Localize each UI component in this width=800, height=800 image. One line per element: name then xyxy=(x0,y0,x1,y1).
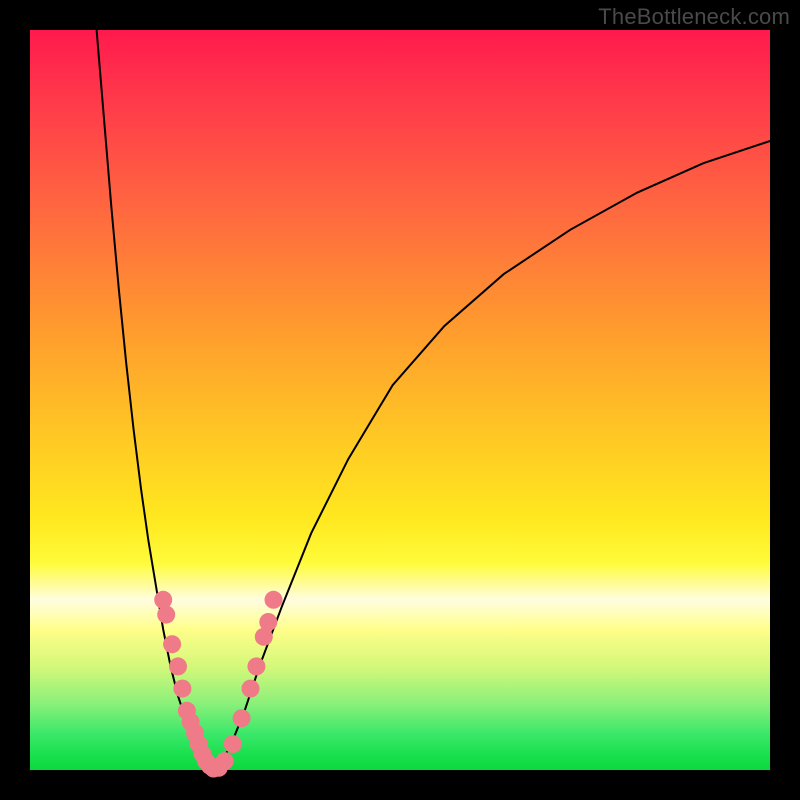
data-marker xyxy=(233,709,251,727)
data-marker xyxy=(216,752,234,770)
markers-group xyxy=(154,591,282,778)
data-marker xyxy=(173,680,191,698)
watermark-text: TheBottleneck.com xyxy=(598,4,790,30)
data-marker xyxy=(242,680,260,698)
right-curve xyxy=(215,141,770,770)
data-marker xyxy=(157,606,175,624)
left-curve xyxy=(97,30,208,770)
chart-frame: TheBottleneck.com xyxy=(0,0,800,800)
data-marker xyxy=(265,591,283,609)
data-marker xyxy=(163,635,181,653)
data-marker xyxy=(259,613,277,631)
plot-area xyxy=(30,30,770,770)
data-marker xyxy=(224,735,242,753)
curve-svg xyxy=(30,30,770,770)
data-marker xyxy=(169,657,187,675)
data-marker xyxy=(154,591,172,609)
data-marker xyxy=(247,657,265,675)
